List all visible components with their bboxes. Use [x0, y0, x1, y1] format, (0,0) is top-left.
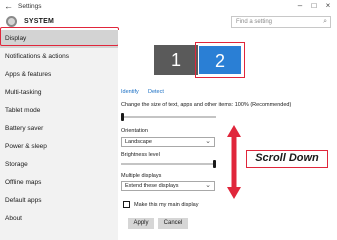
- scale-slider-thumb[interactable]: [121, 113, 124, 121]
- chevron-down-icon: ⌄: [205, 138, 211, 145]
- scale-label: Change the size of text, apps and other …: [121, 102, 292, 108]
- brightness-slider[interactable]: [121, 160, 216, 168]
- sidebar-item-apps-features[interactable]: Apps & features: [0, 66, 118, 84]
- sidebar: Display Notifications & actions Apps & f…: [0, 30, 118, 240]
- sidebar-item-tablet-mode[interactable]: Tablet mode: [0, 102, 118, 120]
- orientation-value: Landscape: [125, 139, 152, 145]
- title-bar: ← Settings – □ ×: [0, 0, 337, 14]
- apply-button[interactable]: Apply: [128, 218, 154, 229]
- sidebar-item-notifications[interactable]: Notifications & actions: [0, 48, 118, 66]
- multiple-displays-label: Multiple displays: [121, 173, 162, 179]
- brightness-slider-thumb[interactable]: [213, 160, 216, 168]
- maximize-button[interactable]: □: [307, 1, 321, 10]
- scroll-arrow-icon: [227, 125, 241, 199]
- sidebar-item-offline-maps[interactable]: Offline maps: [0, 174, 118, 192]
- main-display-checkbox[interactable]: [123, 201, 130, 208]
- minimize-button[interactable]: –: [293, 1, 307, 10]
- orientation-label: Orientation: [121, 128, 148, 134]
- sidebar-item-multitasking[interactable]: Multi-tasking: [0, 84, 118, 102]
- display-settings-panel: 1 2 Identify Detect Change the size of t…: [118, 30, 337, 240]
- search-input[interactable]: Find a setting ⌕: [231, 16, 331, 28]
- orientation-dropdown[interactable]: Landscape ⌄: [121, 137, 215, 147]
- scale-slider[interactable]: [121, 113, 216, 121]
- sidebar-item-about[interactable]: About: [0, 210, 118, 228]
- cancel-button[interactable]: Cancel: [158, 218, 188, 229]
- monitor-2-tile[interactable]: 2: [195, 42, 245, 78]
- multiple-displays-dropdown[interactable]: Extend these displays ⌄: [121, 181, 215, 191]
- scroll-down-callout: Scroll Down: [246, 150, 328, 168]
- monitor-1-tile[interactable]: 1: [154, 45, 198, 75]
- chevron-down-icon: ⌄: [205, 182, 211, 189]
- search-icon[interactable]: ⌕: [323, 18, 327, 26]
- detect-link[interactable]: Detect: [148, 89, 164, 95]
- gear-icon: [6, 16, 17, 27]
- sidebar-item-default-apps[interactable]: Default apps: [0, 192, 118, 210]
- sidebar-item-battery-saver[interactable]: Battery saver: [0, 120, 118, 138]
- main-display-label: Make this my main display: [134, 202, 199, 208]
- identify-link[interactable]: Identify: [121, 89, 139, 95]
- brightness-label: Brightness level: [121, 152, 160, 158]
- search-placeholder: Find a setting: [236, 19, 273, 25]
- sidebar-item-storage[interactable]: Storage: [0, 156, 118, 174]
- page-title: SYSTEM: [24, 18, 54, 25]
- window-title: Settings: [18, 3, 42, 10]
- back-arrow-icon[interactable]: ←: [4, 1, 13, 11]
- display-highlight-outline: [0, 27, 119, 46]
- close-button[interactable]: ×: [321, 1, 335, 10]
- sidebar-item-power-sleep[interactable]: Power & sleep: [0, 138, 118, 156]
- multiple-displays-value: Extend these displays: [125, 183, 179, 189]
